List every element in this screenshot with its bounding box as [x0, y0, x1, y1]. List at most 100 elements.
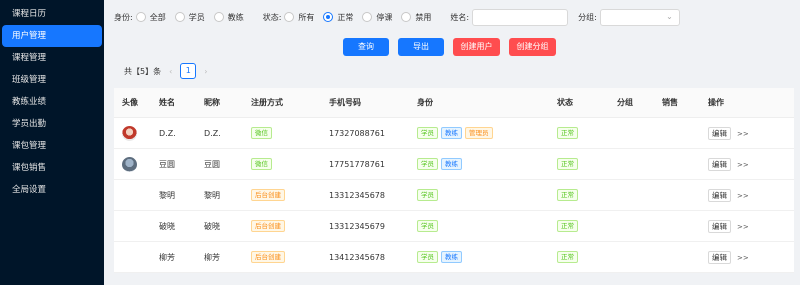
edit-button[interactable]: 编辑: [708, 250, 731, 264]
identity-cell: 学员 教练: [417, 158, 557, 170]
role-tag: 学员: [417, 220, 438, 232]
actions-cell: 编辑 >>: [708, 219, 794, 233]
radio-label: 学员: [188, 12, 205, 22]
registration-tag: 后台创建: [251, 220, 285, 232]
status-radio-disabled[interactable]: 禁用: [401, 12, 431, 23]
sidebar-item-user-management[interactable]: 用户管理: [2, 25, 102, 47]
phone-cell: 17327088761: [329, 128, 385, 138]
status-filter-label: 状态:: [262, 12, 282, 22]
name-cell: 豆圆: [159, 159, 175, 169]
table-header: 头像 姓名 昵称 注册方式 手机号码 身份 状态 分组 销售 操作: [114, 88, 794, 118]
registration-cell: 后台创建: [251, 220, 329, 232]
status-cell: 正常: [557, 127, 617, 139]
radio-circle: [213, 12, 224, 22]
create-user-button[interactable]: 创建用户: [453, 38, 500, 56]
sidebar-item-student-attendance[interactable]: 学员出勤: [0, 113, 104, 135]
avatar[interactable]: [122, 156, 137, 172]
sidebar: 课程日历 用户管理 课程管理 班级管理 教练业绩 学员出勤 课包管理 课包销售 …: [0, 0, 104, 285]
nickname-cell: 柳芳: [204, 252, 220, 262]
edit-button[interactable]: 编辑: [708, 188, 731, 202]
sidebar-item-course-management[interactable]: 课程管理: [0, 47, 104, 69]
table-row: 黎明 黎明 后台创建 13312345678 学员 正常 编辑 >>: [114, 180, 794, 211]
more-actions-icon[interactable]: >>: [737, 192, 749, 200]
sidebar-item-global-settings[interactable]: 全局设置: [0, 179, 104, 201]
sidebar-item-package-sales[interactable]: 课包销售: [0, 157, 104, 179]
more-actions-icon[interactable]: >>: [737, 130, 749, 138]
status-cell: 正常: [557, 158, 617, 170]
group-select[interactable]: ⌄: [599, 8, 680, 26]
radio-label: 停课: [376, 12, 393, 22]
identity-radio-all[interactable]: 全部: [135, 12, 166, 23]
export-button[interactable]: 导出: [398, 38, 444, 56]
role-tag: 教练: [441, 127, 462, 139]
actions-cell: 编辑 >>: [708, 188, 794, 202]
identity-radio-coach[interactable]: 教练: [213, 12, 244, 23]
prev-page-icon[interactable]: ‹: [169, 67, 172, 76]
registration-cell: 后台创建: [251, 251, 329, 263]
name-cell: D.Z.: [159, 128, 176, 138]
status-badge: 正常: [557, 189, 578, 201]
identity-cell: 学员: [417, 189, 557, 201]
actions-cell: 编辑 >>: [708, 126, 794, 140]
radio-circle: [135, 12, 146, 22]
status-cell: 正常: [557, 251, 617, 263]
more-actions-icon[interactable]: >>: [737, 161, 749, 169]
sidebar-item-coach-performance[interactable]: 教练业绩: [0, 91, 104, 113]
nickname-cell: 豆圆: [204, 159, 220, 169]
status-radio-all[interactable]: 所有: [284, 12, 314, 23]
header-identity: 身份: [417, 98, 433, 107]
identity-radio-student[interactable]: 学员: [174, 12, 205, 23]
edit-button[interactable]: 编辑: [708, 219, 731, 233]
role-tag: 教练: [441, 251, 462, 263]
next-page-icon[interactable]: ›: [204, 67, 207, 76]
header-group: 分组: [617, 98, 633, 107]
name-cell: 柳芳: [159, 252, 175, 262]
status-radio-suspended[interactable]: 停课: [362, 12, 392, 23]
status-radio-normal[interactable]: 正常: [323, 12, 353, 23]
edit-button[interactable]: 编辑: [708, 126, 731, 140]
radio-circle: [362, 12, 373, 22]
more-actions-icon[interactable]: >>: [737, 223, 749, 231]
role-tag: 学员: [417, 251, 438, 263]
nickname-cell: 破晓: [204, 221, 220, 231]
sidebar-item-package-management[interactable]: 课包管理: [0, 135, 104, 157]
identity-filter-label: 身份:: [114, 12, 133, 22]
status-cell: 正常: [557, 189, 617, 201]
registration-cell: 后台创建: [251, 189, 329, 201]
radio-label: 所有: [298, 12, 315, 22]
registration-cell: 微信: [251, 158, 329, 170]
table-row: 柳芳 柳芳 后台创建 13412345678 学员 教练 正常 编辑 >>: [114, 242, 794, 273]
pagination: 共【5】条 ‹ 1 ›: [124, 63, 216, 79]
header-actions: 操作: [708, 98, 724, 107]
page-number-button[interactable]: 1: [180, 63, 197, 79]
avatar[interactable]: [122, 125, 137, 141]
edit-button[interactable]: 编辑: [708, 157, 731, 171]
registration-tag: 微信: [251, 158, 272, 170]
create-group-button[interactable]: 创建分组: [509, 38, 556, 56]
status-cell: 正常: [557, 220, 617, 232]
radio-circle-checked: [323, 12, 334, 22]
identity-cell: 学员: [417, 220, 557, 232]
radio-circle: [401, 12, 412, 22]
identity-cell: 学员 教练: [417, 251, 557, 263]
avatar-cell: [114, 156, 159, 172]
table-row: 破晓 破晓 后台创建 13312345679 学员 正常 编辑 >>: [114, 211, 794, 242]
role-tag: 管理员: [465, 127, 493, 139]
more-actions-icon[interactable]: >>: [737, 254, 749, 262]
radio-label: 教练: [227, 12, 244, 22]
header-registration: 注册方式: [251, 98, 283, 107]
sidebar-item-course-calendar[interactable]: 课程日历: [0, 3, 104, 25]
header-status: 状态: [557, 98, 573, 107]
status-badge: 正常: [557, 220, 578, 232]
table-row: D.Z. D.Z. 微信 17327088761 学员 教练 管理员 正常 编辑 >>: [114, 118, 794, 149]
radio-label: 全部: [149, 12, 166, 22]
sidebar-item-class-management[interactable]: 班级管理: [0, 69, 104, 91]
role-tag: 学员: [417, 127, 438, 139]
name-cell: 黎明: [159, 190, 175, 200]
header-name: 姓名: [159, 98, 175, 107]
role-tag: 教练: [441, 158, 462, 170]
name-input[interactable]: [472, 8, 569, 26]
status-badge: 正常: [557, 158, 578, 170]
role-tag: 学员: [417, 189, 438, 201]
query-button[interactable]: 查询: [343, 38, 389, 56]
